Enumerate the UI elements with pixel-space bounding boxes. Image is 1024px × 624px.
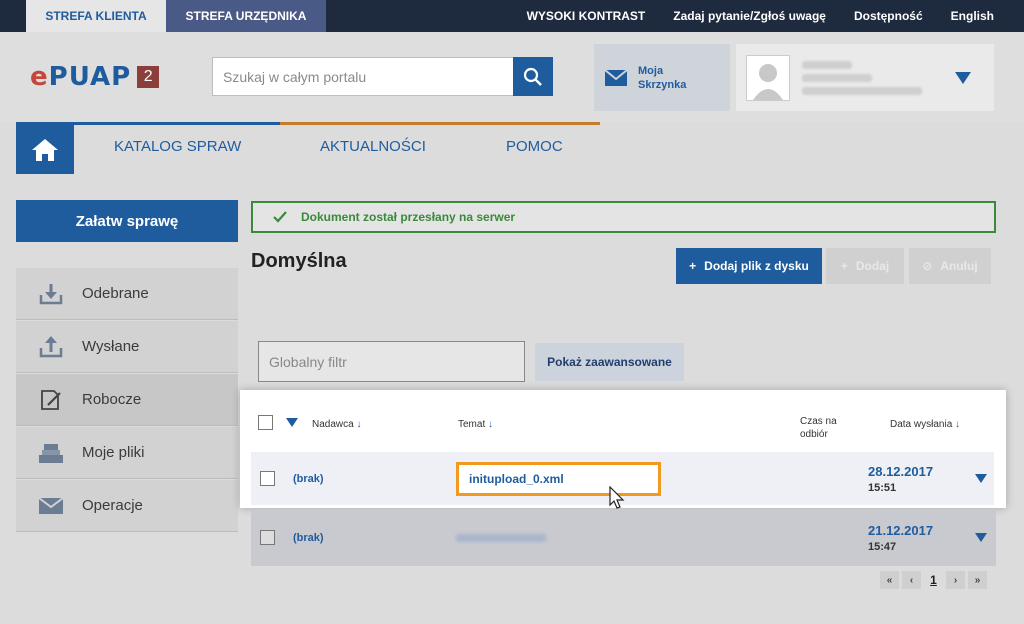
row-sender: (brak) (293, 473, 324, 485)
envelope-icon (604, 68, 628, 86)
search-input[interactable]: Szukaj w całym portalu (212, 57, 514, 96)
row-checkbox[interactable] (260, 530, 275, 545)
row-time: 15:47 (868, 541, 897, 553)
home-icon (32, 138, 58, 161)
column-header-pickup-time[interactable]: Czas na odbiór (800, 415, 837, 441)
sidebar-item-label: Moje pliki (82, 444, 145, 461)
page-title: Domyślna (251, 250, 347, 272)
user-details-blurred (802, 60, 922, 95)
sidebar-item-my-files[interactable]: Moje pliki (16, 427, 238, 479)
epuap-logo[interactable]: ePUAP 2 (30, 62, 160, 92)
cancel-button[interactable]: ⊘ Anuluj (909, 248, 991, 284)
column-header-sent-date[interactable]: Data wysłania ↓ (890, 419, 960, 430)
sidebar-item-label: Wysłane (82, 338, 140, 355)
chevron-down-icon (955, 71, 971, 84)
sidebar-item-sent[interactable]: Wysłane (16, 321, 238, 373)
sidebar: Odebrane Wysłane Robocze Moje pliki Oper… (16, 268, 238, 533)
select-all-checkbox[interactable] (258, 415, 273, 430)
handle-matter-button[interactable]: Załatw sprawę (16, 200, 238, 242)
high-contrast-link[interactable]: WYSOKI KONTRAST (527, 9, 646, 23)
add-file-from-disk-button[interactable]: + Dodaj plik z dysku (676, 248, 822, 284)
cancel-label: Anuluj (940, 259, 978, 273)
row-time: 15:51 (868, 482, 897, 494)
nav-item-news[interactable]: AKTUALNOŚCI (320, 138, 426, 155)
pagination: « ‹ 1 › » (880, 571, 987, 589)
checkmark-icon (273, 211, 287, 223)
nav-stripe-orange (280, 122, 600, 125)
select-menu-chevron-icon[interactable] (286, 418, 298, 427)
alert-text: Dokument został przesłany na serwer (301, 210, 516, 224)
table-panel: Nadawca ↓ Temat ↓ Czas na odbiór Data wys… (240, 390, 1006, 509)
table-header: Nadawca ↓ Temat ↓ Czas na odbiór Data wys… (240, 390, 1006, 450)
nav-item-help[interactable]: POMOC (506, 138, 563, 155)
draft-edit-icon (41, 389, 61, 410)
sidebar-item-drafts[interactable]: Robocze (16, 374, 238, 426)
sidebar-item-label: Robocze (82, 391, 142, 408)
success-alert: Dokument został przesłany na serwer (251, 201, 996, 233)
cancel-icon: ⊘ (922, 259, 933, 273)
logo-text: PUAP (48, 62, 132, 92)
sidebar-item-label: Odebrane (82, 285, 149, 302)
mailbox-label-2: Skrzynka (638, 78, 687, 91)
add-button[interactable]: + Dodaj (826, 248, 904, 284)
sidebar-item-received[interactable]: Odebrane (16, 268, 238, 320)
column-header-subject[interactable]: Temat ↓ (458, 419, 493, 430)
tab-client-zone[interactable]: STREFA KLIENTA (26, 0, 166, 32)
tab-official-zone[interactable]: STREFA URZĘDNIKA (166, 0, 326, 32)
pager-next-button[interactable]: › (946, 571, 965, 589)
plus-icon: + (840, 259, 848, 273)
row-subject-link[interactable]: initupload_0.xml (456, 462, 661, 496)
row-sender: (brak) (293, 532, 324, 544)
plus-icon: + (689, 259, 697, 273)
add-file-label: Dodaj plik z dysku (704, 259, 809, 273)
files-tray-icon (39, 443, 63, 463)
table-row[interactable]: (brak) 21.12.2017 15:47 (251, 510, 996, 566)
row-expand-chevron-icon[interactable] (975, 474, 987, 483)
pager-first-button[interactable]: « (880, 571, 899, 589)
pager-page-1[interactable]: 1 (924, 571, 943, 589)
row-subject-blurred[interactable] (456, 534, 546, 542)
top-bar: STREFA KLIENTA STREFA URZĘDNIKA WYSOKI K… (0, 0, 1024, 32)
english-link[interactable]: English (951, 9, 994, 23)
column-header-sender[interactable]: Nadawca ↓ (312, 419, 361, 430)
add-label: Dodaj (855, 259, 890, 273)
user-box[interactable] (736, 44, 932, 111)
pager-last-button[interactable]: » (968, 571, 987, 589)
row-date: 21.12.2017 (868, 523, 934, 538)
search-button[interactable] (513, 57, 553, 96)
envelope-icon (38, 496, 64, 514)
mouse-cursor-icon (609, 486, 625, 509)
outbox-upload-icon (39, 335, 63, 357)
show-advanced-button[interactable]: Pokaż zaawansowane (535, 343, 684, 381)
mailbox-label-1: Moja (638, 64, 664, 77)
accessibility-link[interactable]: Dostępność (854, 9, 923, 23)
user-icon (753, 63, 783, 100)
pager-prev-button[interactable]: ‹ (902, 571, 921, 589)
row-date: 28.12.2017 (868, 464, 934, 479)
sidebar-item-label: Operacje (82, 497, 143, 514)
logo-badge: 2 (137, 66, 160, 88)
home-button[interactable] (16, 125, 74, 174)
row-checkbox[interactable] (260, 471, 275, 486)
avatar (746, 54, 790, 101)
nav-item-catalog[interactable]: KATALOG SPRAW (114, 138, 241, 155)
table-row[interactable]: (brak) initupload_0.xml 28.12.2017 15:51 (251, 452, 994, 509)
search-icon (523, 67, 542, 86)
ask-question-link[interactable]: Zadaj pytanie/Zgłoś uwagę (673, 9, 826, 23)
inbox-download-icon (39, 283, 63, 304)
global-filter-input[interactable]: Globalny filtr (258, 341, 525, 382)
sidebar-item-operations[interactable]: Operacje (16, 480, 238, 532)
user-menu-toggle[interactable] (932, 44, 994, 111)
my-mailbox-button[interactable]: Moja Skrzynka (594, 44, 730, 111)
top-links: WYSOKI KONTRAST Zadaj pytanie/Zgłoś uwag… (527, 0, 994, 32)
row-expand-chevron-icon[interactable] (975, 533, 987, 542)
